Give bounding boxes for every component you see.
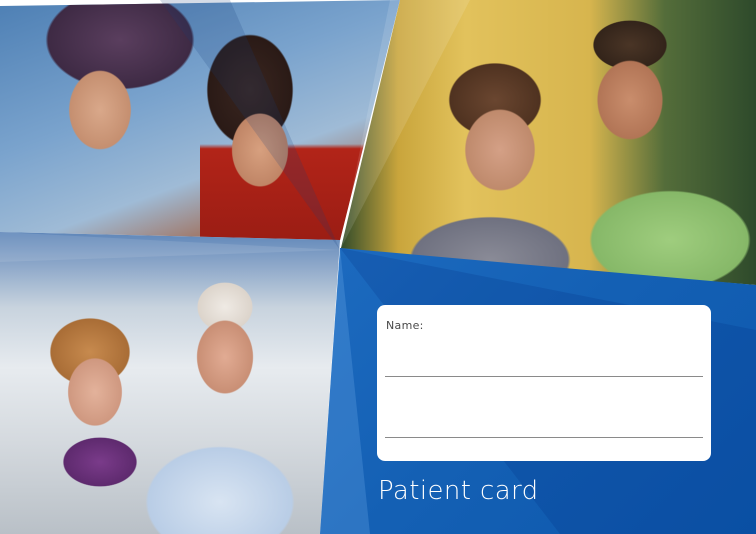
name-line: [385, 376, 703, 377]
name-box[interactable]: Name:: [377, 305, 711, 461]
photo-two-women: [0, 0, 400, 240]
name-line: [385, 437, 703, 438]
name-label: Name:: [386, 319, 424, 332]
photo-older-couple: [0, 232, 340, 534]
photo-young-couple: [340, 0, 756, 285]
card-title: Patient card: [378, 476, 539, 506]
patient-card: Name: Patient card: [0, 0, 756, 534]
